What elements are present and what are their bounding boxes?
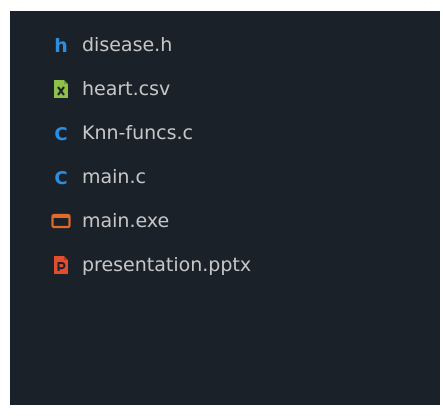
file-list: h disease.h heart.csv C Knn-funcs.c C ma… (10, 23, 440, 287)
file-item-disease-h[interactable]: h disease.h (10, 23, 440, 67)
svg-text:C: C (54, 168, 67, 187)
file-name: main.exe (82, 210, 170, 232)
executable-window-icon (51, 210, 71, 232)
file-item-main-exe[interactable]: main.exe (10, 199, 440, 243)
file-item-presentation-pptx[interactable]: presentation.pptx (10, 243, 440, 287)
svg-text:h: h (54, 35, 68, 55)
csv-spreadsheet-icon (51, 78, 71, 100)
file-item-main-c[interactable]: C main.c (10, 155, 440, 199)
powerpoint-icon (51, 254, 71, 276)
c-source-icon: C (51, 122, 71, 144)
svg-text:C: C (54, 124, 67, 143)
c-source-icon: C (51, 166, 71, 188)
file-item-knn-funcs-c[interactable]: C Knn-funcs.c (10, 111, 440, 155)
h-header-icon: h (51, 34, 71, 56)
file-name: heart.csv (82, 78, 171, 100)
file-name: Knn-funcs.c (82, 122, 194, 144)
file-name: presentation.pptx (82, 254, 252, 276)
file-name: main.c (82, 166, 146, 188)
file-explorer-panel: h disease.h heart.csv C Knn-funcs.c C ma… (10, 11, 440, 405)
file-name: disease.h (82, 34, 173, 56)
file-item-heart-csv[interactable]: heart.csv (10, 67, 440, 111)
